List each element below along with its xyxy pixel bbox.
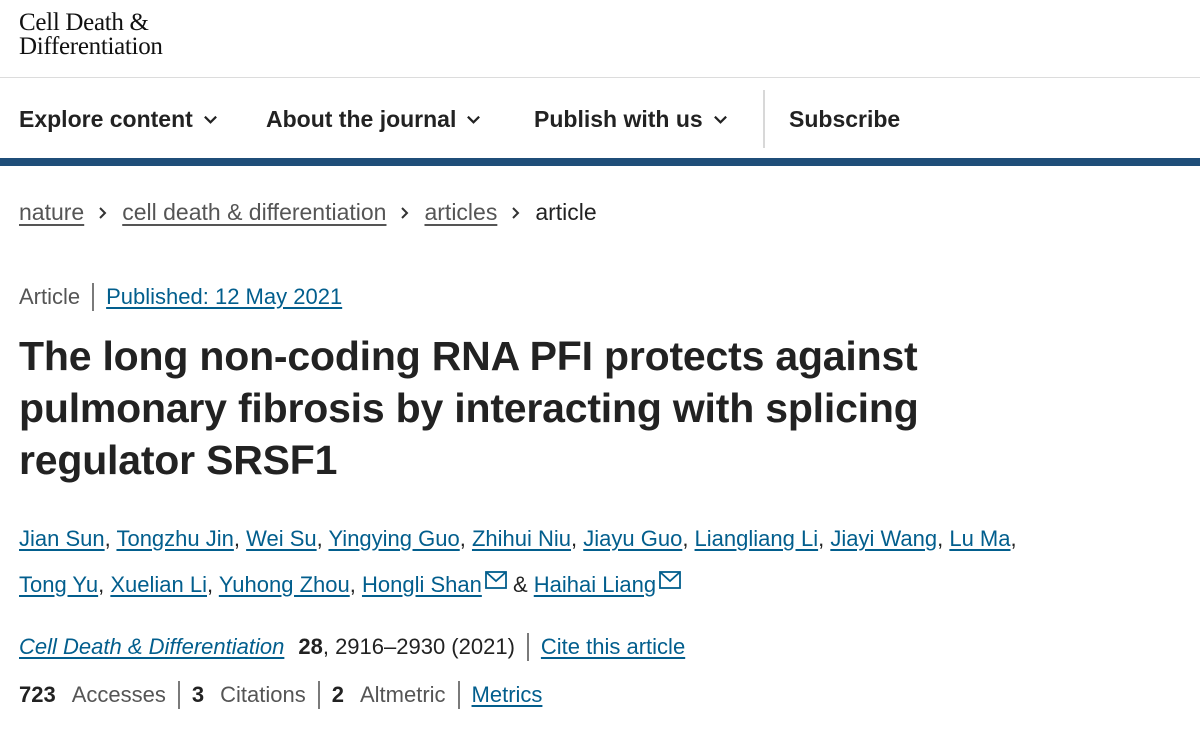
logo-line-1: Cell Death & [19,9,149,36]
metrics-link[interactable]: Metrics [472,682,543,708]
chevron-down-icon [713,115,727,124]
author-link[interactable]: Jiayu Guo [583,526,682,551]
author-link[interactable]: Yuhong Zhou [219,572,350,597]
author-link[interactable]: Jiayi Wang [830,526,937,551]
chevron-right-icon [99,206,107,219]
nav-explore-content[interactable]: Explore content [19,106,218,133]
breadcrumb-nature[interactable]: nature [19,199,84,226]
metrics-divider [177,681,180,709]
nav-subscribe[interactable]: Subscribe [789,106,900,133]
article-metrics: 723 Accesses 3 Citations 2 Altmetric Met… [19,681,542,709]
author-link[interactable]: Haihai Liang [534,572,656,597]
breadcrumb-journal[interactable]: cell death & differentiation [122,199,386,226]
logo-bar: Cell Death & Differentiation [0,0,1200,78]
nav-divider [763,90,765,148]
volume-number: 28 [298,634,323,659]
chevron-right-icon [401,206,409,219]
nav-subscribe-label: Subscribe [789,106,901,132]
accesses-label: Accesses [71,682,166,707]
nav-explore-label: Explore content [19,106,193,132]
author-link[interactable]: Lu Ma [949,526,1010,551]
metrics-divider [317,681,320,709]
meta-divider [92,283,95,311]
breadcrumb-articles[interactable]: articles [424,199,497,226]
author-link[interactable]: Liangliang Li [695,526,819,551]
nav-about-label: About the journal [266,106,457,132]
citations-count: 3 [191,682,205,707]
author-link[interactable]: Tong Yu [19,572,98,597]
cite-this-article-link[interactable]: Cite this article [541,634,685,660]
logo-line-2: Differentiation [19,33,163,60]
author-link[interactable]: Hongli Shan [362,572,482,597]
chevron-down-icon [203,115,217,124]
metrics-divider [457,681,460,709]
article-type: Article [19,284,81,309]
published-date-link[interactable]: Published: 12 May 2021 [106,284,342,310]
nav-about-journal[interactable]: About the journal [266,106,481,133]
citation-divider [526,633,529,661]
main-nav: Explore content About the journal Publis… [0,78,1200,158]
pages-year: , 2916–2930 (2021) [322,634,515,659]
altmetric-count: 2 [331,682,344,707]
author-link[interactable]: Wei Su [246,526,317,551]
author-link[interactable]: Yingying Guo [328,526,459,551]
nav-publish-label: Publish with us [534,106,703,132]
author-link[interactable]: Zhihui Niu [472,526,571,551]
nav-underline [0,158,1200,166]
author-list: Jian Sun, Tongzhu Jin, Wei Su, Yingying … [19,526,1017,597]
altmetric-label: Altmetric [359,682,446,707]
nav-publish-with-us[interactable]: Publish with us [534,106,728,133]
journal-logo[interactable]: Cell Death & Differentiation [19,9,163,60]
chevron-down-icon [467,115,481,124]
author-link[interactable]: Tongzhu Jin [116,526,233,551]
citation-line: Cell Death & Differentiation 28 , 2916–2… [19,633,685,661]
mail-icon[interactable] [482,571,507,597]
citations-label: Citations [220,682,306,707]
article-title: The long non-coding RNA PFI protects aga… [19,333,919,483]
author-link[interactable]: Jian Sun [19,526,105,551]
breadcrumb-current: article [535,199,597,225]
author-link[interactable]: Xuelian Li [110,572,207,597]
breadcrumb: nature cell death & differentiation arti… [19,199,597,226]
mail-icon[interactable] [656,571,681,597]
chevron-right-icon [512,206,520,219]
article-meta: Article Published: 12 May 2021 [19,283,342,311]
journal-link[interactable]: Cell Death & Differentiation [19,634,284,660]
accesses-count: 723 [19,682,56,707]
